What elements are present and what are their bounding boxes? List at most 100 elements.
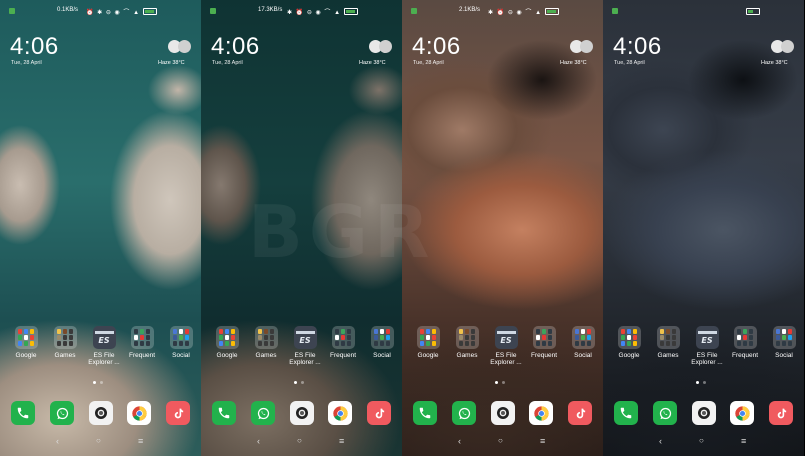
app-games[interactable]: Games — [48, 326, 82, 359]
app-label: Google — [216, 352, 238, 359]
cloud-icon[interactable] — [369, 40, 393, 54]
app-games[interactable]: Games — [249, 326, 283, 359]
weather-label: Haze 38°C — [158, 60, 185, 66]
app-games[interactable]: Games — [651, 326, 685, 359]
tiktok-icon[interactable] — [769, 401, 793, 425]
app-label-2: Explorer ... — [490, 359, 522, 366]
recents-button[interactable]: ≡ — [540, 436, 545, 446]
status-icons: ✱ ⏰ ⊖ ◉ ⌒ ▲ — [488, 10, 543, 16]
app-frequent[interactable]: Frequent — [125, 326, 159, 359]
cloud-icon[interactable] — [168, 40, 192, 54]
app-label: ES File — [294, 352, 316, 359]
camera-icon[interactable] — [692, 401, 716, 425]
phone-icon[interactable] — [614, 401, 638, 425]
app-google[interactable]: Google — [9, 326, 43, 359]
social-folder-icon — [571, 326, 595, 349]
games-folder-icon — [53, 326, 77, 349]
chrome-icon[interactable] — [730, 401, 754, 425]
page-dot — [301, 381, 304, 384]
cloud-icon[interactable] — [771, 40, 795, 54]
network-speed: 17.3KB/s — [258, 7, 283, 13]
chrome-icon[interactable] — [328, 401, 352, 425]
navigation-bar: ‹ ○ ≡ — [0, 436, 201, 448]
app-games[interactable]: Games — [450, 326, 484, 359]
app-es-file[interactable]: ES ES File Explorer ... — [288, 326, 322, 366]
tiktok-icon[interactable] — [166, 401, 190, 425]
page-indicator — [294, 381, 310, 385]
clock-widget[interactable]: 4:06 — [211, 33, 260, 61]
google-folder-icon — [617, 326, 641, 349]
whatsapp-icon[interactable] — [452, 401, 476, 425]
app-frequent[interactable]: Frequent — [527, 326, 561, 359]
app-grid: Google Games ES ES File Explorer ... Frequent… — [201, 326, 402, 376]
camera-icon[interactable] — [290, 401, 314, 425]
cloud-icon[interactable] — [570, 40, 594, 54]
whatsapp-icon[interactable] — [50, 401, 74, 425]
home-button[interactable]: ○ — [297, 436, 302, 445]
app-label: Social — [172, 352, 190, 359]
home-button[interactable]: ○ — [96, 436, 101, 445]
app-label: Frequent — [329, 352, 357, 359]
recents-button[interactable]: ≡ — [741, 436, 746, 446]
page-indicator — [696, 381, 712, 385]
phone-screen-original: 0.1KB/s ⏰ ✱ ⊖ ◉ ⌒ ▲ 4:06 Tue, 28 April Haze … — [0, 0, 201, 456]
app-social[interactable]: Social — [164, 326, 198, 359]
network-speed: 2.1KB/s — [459, 7, 481, 13]
tiktok-icon[interactable] — [367, 401, 391, 425]
app-es-file[interactable]: ES ES File Explorer ... — [489, 326, 523, 366]
clock-widget[interactable]: 4:06 — [613, 33, 662, 61]
app-label: Social — [373, 352, 391, 359]
app-social[interactable]: Social — [365, 326, 399, 359]
recents-button[interactable]: ≡ — [339, 436, 344, 446]
app-es-file[interactable]: ES ES File Explorer ... — [690, 326, 724, 366]
phone-icon[interactable] — [413, 401, 437, 425]
app-label: Frequent — [731, 352, 759, 359]
recents-button[interactable]: ≡ — [138, 436, 143, 446]
app-label: Frequent — [128, 352, 156, 359]
comparison-row: 0.1KB/s ⏰ ✱ ⊖ ◉ ⌒ ▲ 4:06 Tue, 28 April Haze … — [0, 0, 805, 456]
google-folder-icon — [215, 326, 239, 349]
clock-widget[interactable]: 4:06 — [412, 33, 461, 61]
app-social[interactable]: Social — [767, 326, 801, 359]
chrome-icon[interactable] — [127, 401, 151, 425]
app-label: Frequent — [530, 352, 558, 359]
notification-icon — [9, 8, 15, 14]
back-button[interactable]: ‹ — [458, 436, 461, 446]
home-button[interactable]: ○ — [699, 436, 704, 445]
back-button[interactable]: ‹ — [659, 436, 662, 446]
app-google[interactable]: Google — [612, 326, 646, 359]
app-google[interactable]: Google — [411, 326, 445, 359]
google-folder-icon — [14, 326, 38, 349]
phone-icon[interactable] — [212, 401, 236, 425]
phone-icon[interactable] — [11, 401, 35, 425]
back-button[interactable]: ‹ — [56, 436, 59, 446]
camera-icon[interactable] — [491, 401, 515, 425]
app-label-2: Explorer ... — [691, 359, 723, 366]
weather-label: Haze 38°C — [560, 60, 587, 66]
page-dot — [100, 381, 103, 384]
games-folder-icon — [254, 326, 278, 349]
notification-icon — [411, 8, 417, 14]
app-es-file[interactable]: ES ES File Explorer ... — [87, 326, 121, 366]
app-social[interactable]: Social — [566, 326, 600, 359]
page-dot — [93, 381, 96, 384]
status-bar — [603, 7, 804, 19]
chrome-icon[interactable] — [529, 401, 553, 425]
app-google[interactable]: Google — [210, 326, 244, 359]
home-button[interactable]: ○ — [498, 436, 503, 445]
app-label: ES File — [696, 352, 718, 359]
app-frequent[interactable]: Frequent — [326, 326, 360, 359]
clock-widget[interactable]: 4:06 — [10, 33, 59, 61]
page-indicator — [93, 381, 109, 385]
phone-screen-dimmed: 17.3KB/s ✱ ⏰ ⊖ ◉ ⌒ ▲ 4:06 Tue, 28 April Haze… — [201, 0, 402, 456]
es-file-explorer-icon: ES — [695, 326, 719, 349]
whatsapp-icon[interactable] — [653, 401, 677, 425]
camera-icon[interactable] — [89, 401, 113, 425]
status-icons: ✱ ⏰ ⊖ ◉ ⌒ ▲ — [287, 10, 342, 16]
app-label-2: Explorer ... — [88, 359, 120, 366]
app-grid: Google Games ES ES File Explorer ... Frequent… — [0, 326, 201, 376]
tiktok-icon[interactable] — [568, 401, 592, 425]
app-frequent[interactable]: Frequent — [728, 326, 762, 359]
back-button[interactable]: ‹ — [257, 436, 260, 446]
whatsapp-icon[interactable] — [251, 401, 275, 425]
